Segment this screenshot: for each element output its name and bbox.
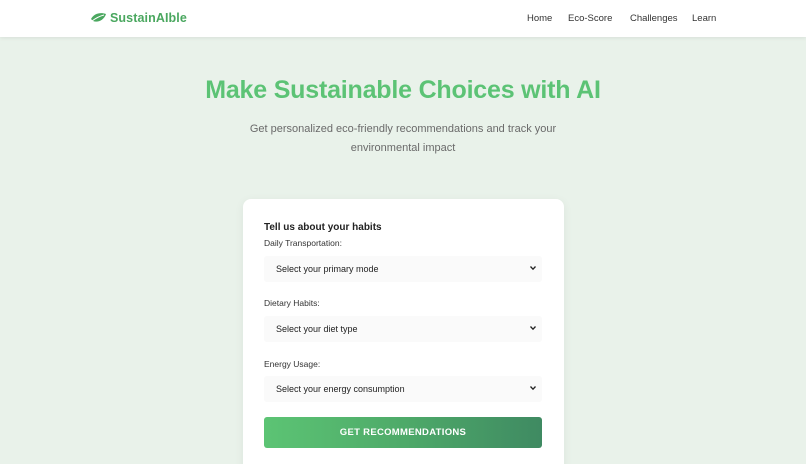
transportation-select[interactable]: Select your primary mode xyxy=(264,256,542,282)
nav-eco-score[interactable]: Eco-Score xyxy=(568,13,612,24)
energy-select[interactable]: Select your energy consumption xyxy=(264,376,542,402)
chevron-down-icon xyxy=(530,266,536,271)
nav-home[interactable]: Home xyxy=(527,13,552,24)
diet-select[interactable]: Select your diet type xyxy=(264,316,542,342)
transportation-label: Daily Transportation: xyxy=(264,238,342,248)
diet-label: Dietary Habits: xyxy=(264,298,320,308)
navbar: SustainAIble Home Eco-Score Challenges L… xyxy=(0,0,806,37)
transportation-select-value: Select your primary mode xyxy=(276,264,379,274)
habits-form-card: Tell us about your habits Daily Transpor… xyxy=(243,199,564,464)
nav-challenges[interactable]: Challenges xyxy=(630,13,678,24)
main-nav: Home Eco-Score Challenges Learn xyxy=(0,13,806,25)
hero-subtitle: Get personalized eco-friendly recommenda… xyxy=(249,123,557,154)
get-recommendations-button[interactable]: GET RECOMMENDATIONS xyxy=(264,417,542,448)
chevron-down-icon xyxy=(530,386,536,391)
energy-label: Energy Usage: xyxy=(264,359,321,369)
hero-title: Make Sustainable Choices with AI xyxy=(205,76,601,104)
chevron-down-icon xyxy=(530,326,536,331)
form-title: Tell us about your habits xyxy=(264,222,382,233)
energy-select-value: Select your energy consumption xyxy=(276,384,405,394)
diet-select-value: Select your diet type xyxy=(276,324,358,334)
nav-learn[interactable]: Learn xyxy=(692,13,716,24)
